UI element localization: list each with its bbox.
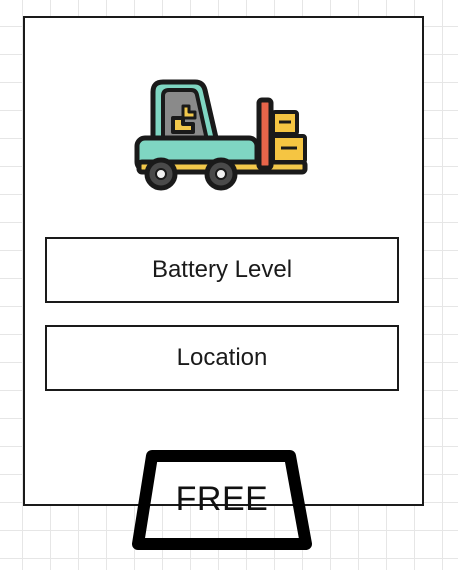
status-tag[interactable]: FREE (130, 448, 314, 552)
forklift-icon (134, 79, 308, 191)
location-label: Location (176, 344, 268, 371)
vehicle-card: Battery Level Location (23, 16, 424, 506)
battery-level-field[interactable]: Battery Level (45, 237, 399, 303)
battery-level-label: Battery Level (151, 256, 293, 283)
status-tag-label: FREE (175, 480, 269, 518)
location-field[interactable]: Location (45, 325, 399, 391)
